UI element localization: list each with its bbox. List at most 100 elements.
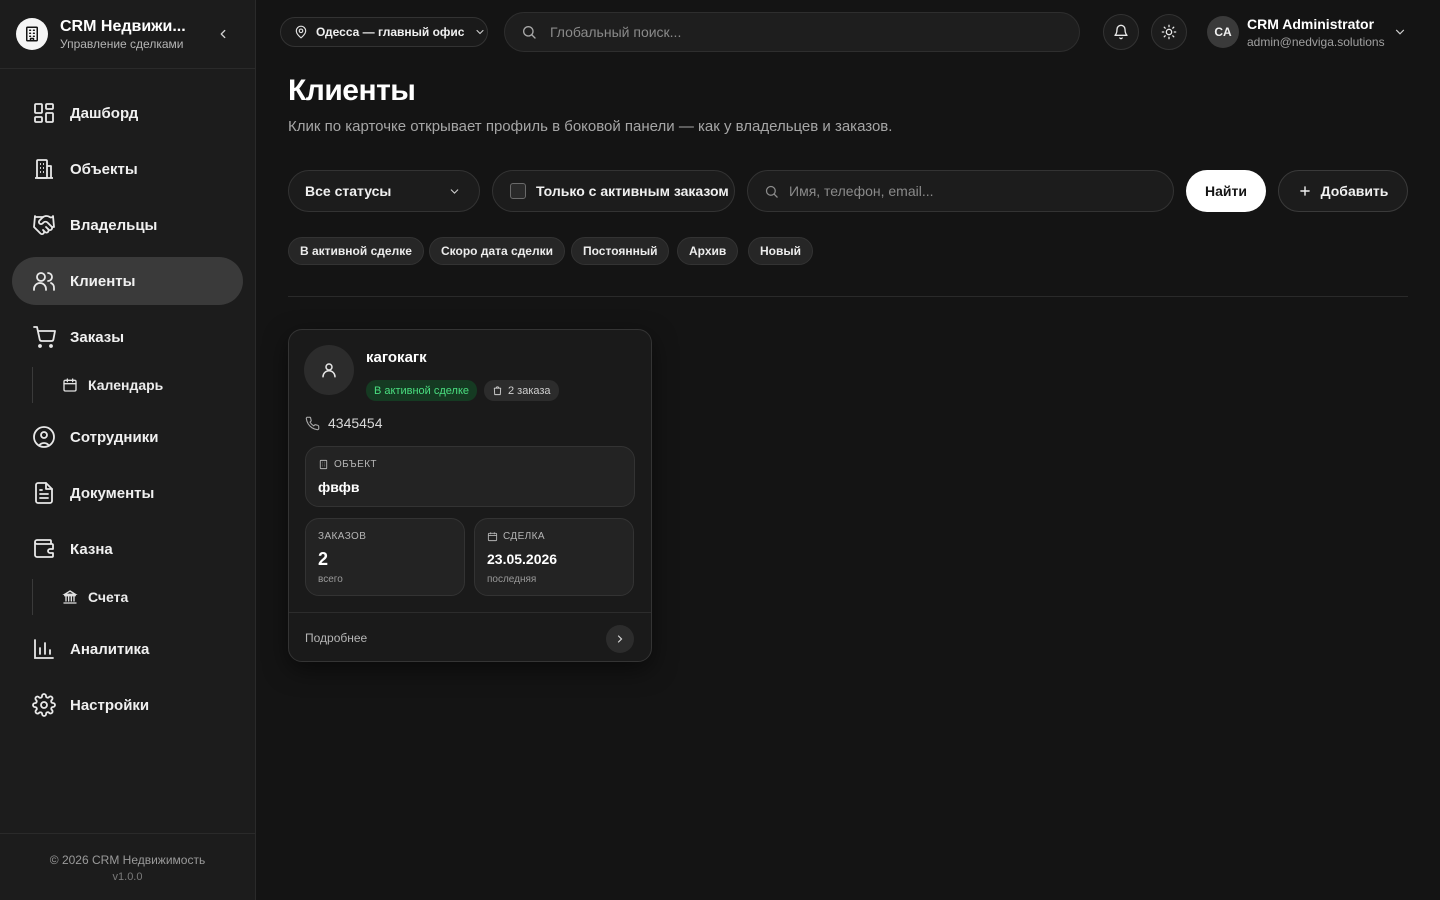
sidebar-item-clients[interactable]: Клиенты [12,257,243,305]
sidebar-item-owners[interactable]: Владельцы [12,201,243,249]
cart-icon [33,326,56,348]
add-client-label: Добавить [1320,183,1389,199]
sidebar-item-label: Казна [70,540,113,558]
orders-stat: ЗАКАЗОВ 2 всего [305,518,465,596]
gear-icon [32,693,56,717]
more-link[interactable]: Подробнее [305,631,367,645]
object-box: ОБЪЕКТ фвфв [305,446,635,507]
sidebar-item-orders[interactable]: Заказы [12,313,243,361]
sidebar-subitem-calendar[interactable]: Календарь [32,367,232,403]
add-client-button[interactable]: Добавить [1278,170,1408,212]
copyright: © 2026 CRM Недвижимость [49,853,206,867]
sidebar: CRM Недвижи... Управление сделками Дашбо… [0,0,256,900]
brand-subtitle: Управление сделками [60,36,184,51]
client-phone: 4345454 [305,415,383,431]
sidebar-item-label: Объекты [70,160,138,178]
client-phone-value: 4345454 [328,415,383,431]
shopping-bag-icon [493,386,502,396]
chevron-down-icon[interactable] [1393,25,1407,39]
sidebar-item-label: Документы [70,484,155,502]
status-filter-select[interactable]: Все статусы [288,170,480,212]
sidebar-item-label: Клиенты [70,272,136,290]
active-order-label: Только с активным заказом [536,183,729,199]
calendar-icon [63,378,77,392]
orders-count-badge: 2 заказа [484,380,559,401]
users-icon [33,272,55,291]
sidebar-item-treasury[interactable]: Казна [12,525,243,573]
sidebar-subitem-label: Счета [88,589,129,605]
client-card[interactable]: кагокагк В активной сделке 2 заказа 4345… [288,329,652,662]
theme-toggle-button[interactable] [1151,14,1187,50]
sidebar-subitem-label: Календарь [88,377,164,393]
object-label: ОБЪЕКТ [318,459,377,470]
building-logo-icon [16,18,48,50]
building-icon [35,159,53,179]
sidebar-item-analytics[interactable]: Аналитика [12,625,243,673]
office-select-label: Одесса — главный офис [316,25,465,39]
chip-deal-soon[interactable]: Скоро дата сделки [429,237,565,265]
sidebar-item-settings[interactable]: Настройки [12,681,243,729]
active-order-filter[interactable]: Только с активным заказом [492,170,735,212]
chart-icon [34,639,54,659]
notifications-button[interactable] [1103,14,1139,50]
user-circle-icon [33,426,55,448]
sidebar-item-label: Аналитика [70,640,150,658]
card-footer: Подробнее [289,612,651,662]
wallet-icon [34,539,54,558]
chip-new[interactable]: Новый [748,237,813,265]
user-email: admin@nedviga.solutions [1247,35,1385,49]
phone-icon [305,416,320,430]
deal-stat-hint: последняя [487,574,537,585]
object-value: фвфв [318,479,360,495]
brand: CRM Недвижи... Управление сделками [0,0,255,69]
sidebar-item-label: Владельцы [70,216,158,234]
global-search-input[interactable] [550,24,1030,40]
sidebar-subitem-accounts[interactable]: Счета [32,579,232,615]
sidebar-footer: © 2026 CRM Недвижимость v1.0.0 [0,833,255,900]
handshake-icon [33,215,55,235]
office-select[interactable]: Одесса — главный офис [280,17,488,47]
client-name: кагокагк [366,349,427,366]
object-label-text: ОБЪЕКТ [334,459,377,470]
status-filter-label: Все статусы [305,183,392,199]
deal-stat: СДЕЛКА 23.05.2026 последняя [474,518,634,596]
open-client-button[interactable] [606,625,634,653]
orders-stat-value: 2 [318,549,329,569]
plus-icon [1299,186,1310,196]
sidebar-item-objects[interactable]: Объекты [12,145,243,193]
building-icon [319,459,328,470]
page-subtitle: Клик по карточке открывает профиль в бок… [288,118,893,135]
document-icon [35,482,53,504]
user-avatar[interactable]: CA [1207,16,1239,48]
collapse-sidebar-button[interactable] [212,23,234,45]
active-order-checkbox[interactable] [510,183,526,199]
sidebar-item-employees[interactable]: Сотрудники [12,413,243,461]
client-search [747,170,1174,212]
sidebar-item-label: Дашборд [70,104,139,122]
search-icon [765,185,778,198]
chip-archive[interactable]: Архив [677,237,739,265]
status-badge: В активной сделке [366,380,478,401]
chevron-down-icon [450,189,459,194]
sidebar-item-label: Настройки [70,696,150,714]
chip-in-active-deal[interactable]: В активной сделке [288,237,424,265]
avatar [304,345,354,395]
bank-icon [62,590,78,604]
user-name[interactable]: CRM Administrator [1247,16,1374,32]
orders-stat-hint: всего [318,574,343,585]
sidebar-item-documents[interactable]: Документы [12,469,243,517]
deal-stat-label: СДЕЛКА [487,531,545,542]
map-pin-icon [295,25,307,39]
sidebar-item-dashboard[interactable]: Дашборд [12,89,243,137]
page-title: Клиенты [288,74,416,107]
version: v1.0.0 [112,871,143,883]
chevron-right-icon [617,635,623,643]
client-search-input[interactable] [789,183,1159,199]
sidebar-item-label: Заказы [70,328,125,346]
divider [288,296,1408,297]
find-button[interactable]: Найти [1186,170,1266,212]
deal-stat-label-text: СДЕЛКА [503,531,545,542]
sidebar-item-label: Сотрудники [70,428,159,446]
search-icon [523,26,536,39]
chip-regular[interactable]: Постоянный [571,237,670,265]
